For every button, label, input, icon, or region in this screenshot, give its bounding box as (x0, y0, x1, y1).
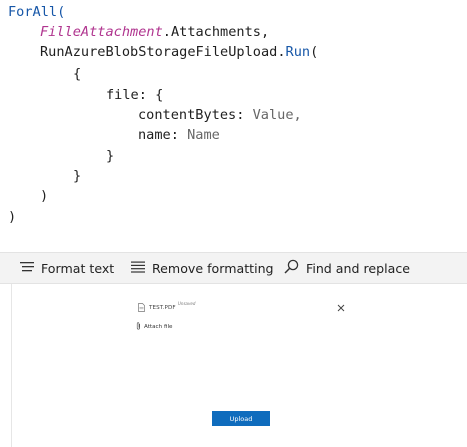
formula-toolbar: Format text Remove formatting Find and r… (0, 252, 467, 284)
flow-reference: RunAzureBlobStorageFileUpload. (40, 44, 286, 60)
remove-formatting-button[interactable]: Remove formatting (131, 253, 274, 283)
attachment-item[interactable]: TEST.PDF Unsaved (138, 301, 348, 316)
open-paren: ( (310, 44, 319, 60)
app-preview-canvas: TEST.PDF Unsaved Attach file Upload (11, 284, 467, 447)
attachment-status: Unsaved (178, 301, 196, 306)
formula-editor[interactable]: ForAll( FilleAttachment.Attachments, Run… (0, 0, 467, 252)
content-bytes-value: Value, (244, 107, 302, 123)
code-line-9: } (73, 168, 82, 184)
code-line-4: { (73, 66, 82, 82)
upload-button[interactable]: Upload (212, 411, 270, 426)
search-icon (284, 259, 306, 277)
attachment-control-ref: FilleAttachment (40, 24, 163, 40)
code-line-10: ) (40, 188, 49, 204)
paperclip-icon (136, 322, 144, 332)
attach-file-label: Attach file (144, 324, 173, 330)
file-icon (138, 303, 145, 314)
code-line-1: ForAll( (8, 2, 65, 22)
name-key: name: (138, 127, 179, 143)
format-text-button[interactable]: Format text (20, 253, 114, 283)
remove-formatting-label: Remove formatting (152, 260, 274, 276)
attach-file-link[interactable]: Attach file (136, 322, 172, 332)
remove-formatting-icon (131, 261, 152, 276)
open-paren: ( (57, 4, 66, 20)
code-line-2: FilleAttachment.Attachments, (40, 22, 269, 42)
format-text-label: Format text (41, 260, 115, 276)
find-and-replace-label: Find and replace (306, 260, 411, 276)
close-icon[interactable] (336, 303, 346, 313)
content-bytes-key: contentBytes: (138, 107, 245, 123)
code-line-7: name: Name (138, 125, 220, 145)
canvas-gutter (0, 284, 11, 447)
attachments-property: .Attachments, (162, 24, 270, 40)
attachment-name: TEST.PDF (149, 305, 176, 311)
code-line-3: RunAzureBlobStorageFileUpload.Run( (40, 42, 318, 62)
run-method: Run (285, 44, 311, 60)
function-name: ForAll (8, 4, 58, 20)
code-line-5: file: { (106, 87, 164, 103)
code-line-6: contentBytes: Value, (138, 105, 302, 125)
code-line-11: ) (8, 209, 17, 225)
format-text-icon (20, 261, 41, 276)
code-line-8: } (106, 148, 115, 164)
name-value: Name (178, 127, 220, 143)
find-and-replace-button[interactable]: Find and replace (284, 253, 410, 283)
